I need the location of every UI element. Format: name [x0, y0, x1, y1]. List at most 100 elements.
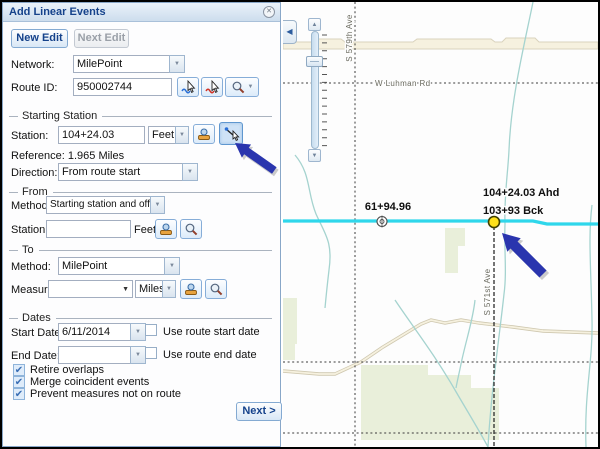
field-polygon	[445, 228, 465, 273]
measure-marker-tool-button[interactable]	[180, 279, 202, 299]
field-polygon	[379, 388, 499, 440]
station-marker	[377, 216, 387, 228]
caret-down-icon: ▼	[312, 153, 318, 159]
network-caret-icon[interactable]: ▼	[169, 55, 185, 73]
panel-titlebar: Add Linear Events ✕	[3, 3, 280, 22]
to-method-select[interactable]: MilePoint	[58, 257, 165, 275]
app-window: Add Linear Events ✕ New Edit Next Edit N…	[2, 2, 598, 447]
starting-station-separator: Starting Station	[9, 110, 272, 122]
start-date-field[interactable]: 6/11/2014	[58, 323, 131, 341]
station-label-back: 103+93 Bck	[483, 205, 544, 217]
from-search-button[interactable]	[180, 219, 202, 239]
caret-down-icon: ▼	[248, 84, 254, 90]
select-route-button[interactable]	[177, 77, 199, 97]
zoom-in-button[interactable]: ▲	[308, 18, 321, 31]
select-route-icon	[180, 79, 196, 95]
to-separator: To	[9, 244, 272, 256]
use-route-end-date-label: Use route end date	[163, 349, 257, 361]
station-marker-icon	[196, 126, 212, 142]
road-label-ave-east: S 571st Ave	[483, 268, 492, 315]
reference-text: Reference: 1.965 Miles	[11, 150, 124, 162]
station-marker-icon	[158, 221, 174, 237]
measure-units-select[interactable]: Miles	[135, 280, 163, 298]
prevent-measures-checkbox[interactable]: ✔	[13, 388, 25, 400]
to-section-label: To	[22, 244, 34, 256]
zoom-slider-track[interactable]	[311, 31, 319, 149]
search-icon	[231, 80, 246, 95]
measure-combobox[interactable]: ▼	[48, 280, 133, 298]
check-icon: ✔	[15, 365, 23, 376]
route-search-dropdown-button[interactable]: ▼	[225, 77, 259, 97]
select-station-on-map-icon	[223, 125, 240, 142]
stream	[456, 300, 475, 388]
prevent-measures-label: Prevent measures not on route	[30, 388, 181, 400]
retire-overlaps-checkbox[interactable]: ✔	[13, 364, 25, 376]
station-units-caret-icon[interactable]: ▼	[175, 126, 189, 144]
new-edit-button[interactable]: New Edit	[11, 29, 68, 48]
station-units-select[interactable]: Feet	[148, 126, 176, 144]
station-marker-tool-button[interactable]	[193, 124, 215, 144]
route-id-input[interactable]	[73, 78, 172, 96]
end-date-label: End Date:	[11, 350, 60, 362]
station-label: Station:	[11, 130, 48, 142]
panel-title: Add Linear Events	[9, 6, 106, 18]
zoom-slider-ticks	[322, 35, 327, 146]
clear-route-selection-button[interactable]	[201, 77, 223, 97]
close-icon[interactable]: ✕	[263, 6, 275, 18]
network-select[interactable]: MilePoint	[73, 55, 170, 73]
from-method-caret-icon[interactable]: ▼	[150, 196, 165, 214]
use-route-start-date-checkbox[interactable]	[145, 324, 157, 336]
retire-overlaps-label: Retire overlaps	[30, 364, 104, 376]
map-canvas[interactable]: W Luhman Rd S 579th Ave S 571st Ave 61+9…	[283, 2, 598, 447]
road-label-ave-west: S 579th Ave	[345, 14, 354, 62]
to-method-label: Method:	[11, 261, 51, 273]
to-method-caret-icon[interactable]: ▼	[164, 257, 180, 275]
next-button[interactable]: Next >	[236, 402, 282, 421]
from-method-label: Method:	[11, 200, 51, 212]
map-annotation-arrow	[495, 226, 552, 283]
stream	[586, 205, 592, 447]
merge-coincident-events-label: Merge coincident events	[30, 376, 149, 388]
selected-station-point[interactable]	[489, 217, 500, 228]
station-label-ahead: 104+24.03 Ahd	[483, 187, 559, 199]
collapse-left-icon: ◀	[286, 27, 292, 36]
screenshot-root: Add Linear Events ✕ New Edit Next Edit N…	[0, 0, 600, 449]
from-station-label: Station:	[11, 224, 48, 236]
direction-label: Direction:	[11, 167, 57, 179]
station-marker-icon	[183, 281, 199, 297]
direction-select[interactable]: From route start	[58, 163, 183, 181]
search-icon	[184, 222, 199, 237]
measure-units-caret-icon[interactable]: ▼	[162, 280, 176, 298]
from-method-select[interactable]: Starting station and offset	[46, 196, 151, 214]
search-icon	[209, 282, 224, 297]
from-station-marker-tool-button[interactable]	[155, 219, 177, 239]
from-station-input[interactable]	[46, 220, 131, 238]
start-date-label: Start Date:	[11, 327, 64, 339]
route-line[interactable]	[283, 221, 598, 224]
network-label: Network:	[11, 59, 54, 71]
measure-search-button[interactable]	[205, 279, 227, 299]
route-id-label: Route ID:	[11, 82, 57, 94]
select-station-on-map-button[interactable]	[219, 122, 243, 145]
end-date-field[interactable]	[58, 346, 131, 364]
station-input[interactable]	[58, 126, 145, 144]
merge-coincident-events-checkbox[interactable]: ✔	[13, 376, 25, 388]
check-icon: ✔	[15, 377, 23, 388]
panel-collapse-tab[interactable]: ◀	[283, 20, 297, 44]
major-road-band	[283, 38, 598, 49]
field-polygon	[283, 298, 297, 344]
use-route-end-date-checkbox[interactable]	[145, 347, 157, 359]
zoom-out-button[interactable]: ▼	[308, 149, 321, 162]
clear-route-selection-icon	[204, 79, 220, 95]
zoom-slider-thumb[interactable]	[306, 56, 323, 67]
map-graphics: W Luhman Rd S 579th Ave S 571st Ave 61+9…	[283, 2, 598, 447]
measure-caret-icon[interactable]: ▼	[122, 282, 129, 298]
direction-caret-icon[interactable]: ▼	[182, 163, 198, 181]
end-date-caret-icon[interactable]: ▼	[130, 346, 146, 364]
add-linear-events-panel: Add Linear Events ✕ New Edit Next Edit N…	[2, 2, 281, 447]
from-section-label: From	[22, 186, 48, 198]
check-icon: ✔	[15, 389, 23, 400]
start-date-caret-icon[interactable]: ▼	[130, 323, 146, 341]
next-edit-button[interactable]: Next Edit	[74, 29, 129, 48]
caret-up-icon: ▲	[312, 22, 318, 28]
